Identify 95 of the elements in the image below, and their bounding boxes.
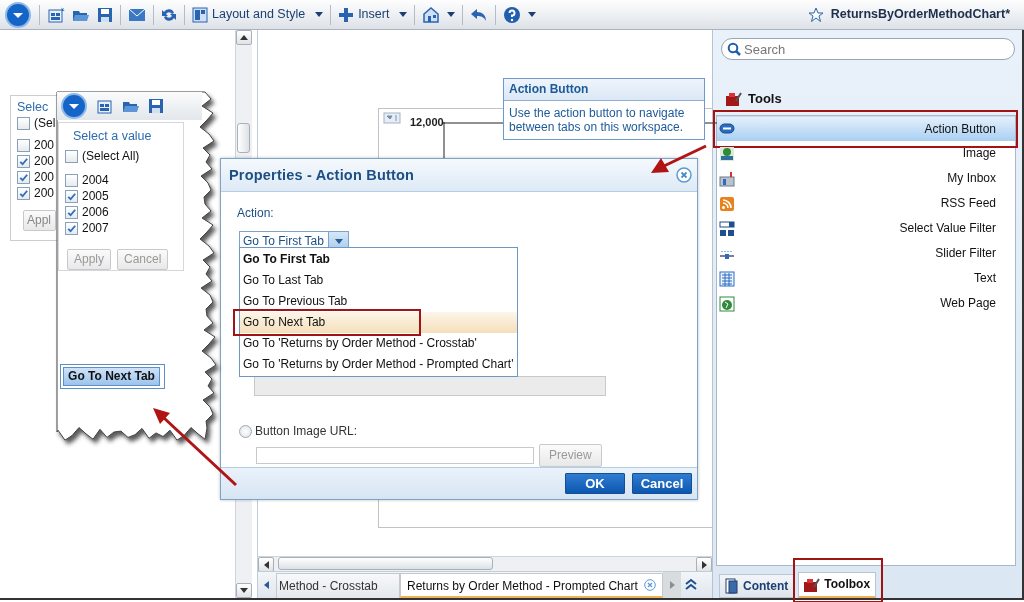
- panel-tab[interactable]: Content: [719, 574, 795, 598]
- url-field[interactable]: [256, 447, 534, 465]
- checkbox[interactable]: [17, 171, 30, 185]
- section-title: Tools: [748, 91, 782, 108]
- checkbox[interactable]: [17, 155, 30, 169]
- dropdown-option[interactable]: Go To Previous Tab: [240, 291, 517, 313]
- radio-button[interactable]: [239, 425, 252, 439]
- checkbox-label: 200: [34, 170, 55, 186]
- filter-grid-icon: [719, 220, 735, 237]
- book-icon: [725, 578, 739, 594]
- toolbox-icon: [804, 577, 821, 592]
- down-arrow-icon: [240, 588, 248, 593]
- left-arrow-icon: [263, 560, 269, 569]
- horizontal-scrollbar[interactable]: [258, 556, 712, 571]
- checkbox-label: (Sel: [34, 116, 56, 132]
- document-title: ReturnsByOrderMethodChart*: [830, 6, 1010, 23]
- new-dashboard-icon[interactable]: [47, 5, 65, 24]
- tooltip-text: Use the action button to navigate between tabs on this workspace.: [508, 105, 686, 137]
- checkbox-label: 2007: [82, 221, 109, 237]
- checkbox[interactable]: [65, 174, 78, 188]
- save-icon[interactable]: [97, 6, 113, 23]
- dialog-title: Properties - Action Button: [229, 166, 415, 185]
- text-grid-icon: [719, 270, 735, 287]
- filter-icon: [383, 112, 401, 126]
- tool-item[interactable]: RSS Feed: [717, 191, 1015, 217]
- globe-icon: [719, 295, 735, 312]
- checkbox-label: 200: [34, 186, 55, 202]
- scroll-thumb[interactable]: [237, 123, 250, 153]
- help-icon[interactable]: [503, 5, 522, 24]
- axis-label: 12,000: [410, 116, 444, 130]
- checkbox[interactable]: [65, 190, 78, 204]
- save-icon[interactable]: [148, 98, 164, 114]
- right-arrow-icon: [701, 560, 707, 569]
- up-arrow-icon: [240, 35, 248, 40]
- menu-button[interactable]: [4, 1, 32, 28]
- mail-icon[interactable]: [128, 7, 146, 22]
- toolbar-menu-button[interactable]: Insert: [338, 6, 408, 23]
- dropdown-option[interactable]: Go To First Tab: [240, 249, 517, 271]
- callout-arrow: [651, 144, 707, 173]
- checkbox[interactable]: [17, 139, 30, 153]
- scroll-thumb[interactable]: [278, 557, 493, 570]
- scroll-up-button[interactable]: [236, 30, 252, 45]
- undo-icon[interactable]: [470, 7, 489, 22]
- toolbar-menu-button[interactable]: Layout and Style: [192, 6, 324, 23]
- tool-item[interactable]: Text: [717, 266, 1015, 292]
- new-dashboard-icon[interactable]: [96, 97, 114, 115]
- close-icon[interactable]: [676, 167, 692, 184]
- layout-icon: [192, 6, 208, 23]
- checkbox[interactable]: [17, 187, 30, 201]
- checkbox[interactable]: [65, 222, 78, 236]
- tooltip-title: Action Button: [504, 79, 704, 101]
- caret-icon: [447, 12, 456, 17]
- radio-label: Button Image URL:: [255, 424, 358, 440]
- checkbox-label: 200: [34, 154, 55, 170]
- caret-icon: [334, 239, 343, 244]
- checkbox-label: 2006: [82, 205, 109, 221]
- plus-icon: [338, 6, 355, 23]
- scroll-down-button[interactable]: [236, 583, 252, 598]
- rss-icon: [719, 195, 735, 212]
- field-label: Action:: [237, 206, 275, 222]
- building-icon[interactable]: [422, 5, 441, 24]
- dropdown-option[interactable]: Go To Last Tab: [240, 270, 517, 292]
- dialog-button[interactable]: OK: [565, 473, 625, 495]
- star-icon: [807, 6, 824, 23]
- tool-item[interactable]: Slider Filter: [717, 241, 1015, 267]
- tool-item[interactable]: Action Button: [717, 116, 1015, 142]
- filter-title: Selec: [17, 100, 49, 116]
- tool-item[interactable]: Image: [717, 141, 1015, 167]
- checkbox-label: 2004: [82, 173, 109, 189]
- close-icon[interactable]: [643, 579, 656, 591]
- tool-item[interactable]: Select Value Filter: [717, 216, 1015, 242]
- refresh-icon[interactable]: [161, 6, 177, 23]
- toolbox-icon: [726, 92, 742, 107]
- action-button[interactable]: Go To Next Tab: [63, 367, 160, 386]
- checkbox[interactable]: [65, 206, 78, 220]
- dropdown-option[interactable]: Go To 'Returns by Order Method - Crosstab': [240, 333, 517, 355]
- tool-item[interactable]: My Inbox: [717, 166, 1015, 192]
- panel-tab[interactable]: Toolbox: [798, 572, 877, 598]
- dropdown-option[interactable]: Go To 'Returns by Order Method - Prompted Chart': [240, 354, 517, 376]
- dropdown-option[interactable]: Go To Next Tab: [240, 312, 517, 334]
- search-icon: [727, 42, 741, 56]
- caret-icon: [528, 12, 537, 17]
- search-field[interactable]: Search: [721, 38, 1015, 60]
- checkbox-label: (Select All): [82, 149, 140, 165]
- checkbox[interactable]: [17, 117, 30, 131]
- checkbox[interactable]: [65, 150, 78, 164]
- dialog-button[interactable]: Cancel: [632, 473, 692, 495]
- workspace-tab[interactable]: Returns by Order Method - Prompted Chart: [400, 573, 663, 598]
- workspace-tab[interactable]: Method - Crosstab: [276, 573, 400, 598]
- checkbox-label: 2005: [82, 189, 109, 205]
- menu-button[interactable]: [60, 93, 88, 119]
- tool-item[interactable]: Web Page: [717, 291, 1015, 317]
- filter-title: Select a value: [73, 129, 153, 145]
- checkbox-label: 200: [34, 138, 55, 154]
- mailbox-icon: [719, 170, 735, 187]
